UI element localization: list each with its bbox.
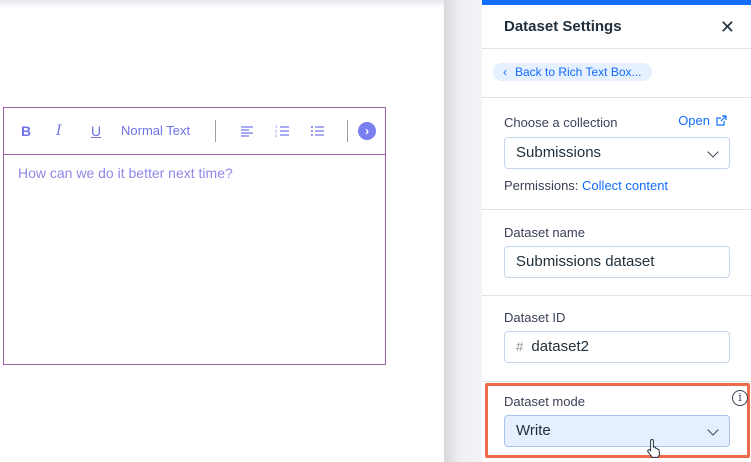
collection-label: Choose a collection [504, 115, 618, 130]
dataset-name-value: Submissions dataset [516, 253, 655, 270]
open-collection-link[interactable]: Open [678, 113, 727, 128]
rich-text-toolbar: B I U Normal Text 123 › [4, 108, 385, 155]
canvas-panel-divider [444, 0, 482, 462]
bold-button[interactable]: B [21, 122, 31, 140]
text-style-dropdown[interactable]: Normal Text [121, 122, 190, 140]
info-icon[interactable]: i [732, 390, 748, 406]
rich-text-box[interactable]: B I U Normal Text 123 › How can we do it… [3, 107, 386, 365]
back-label: Back to Rich Text Box... [515, 65, 642, 79]
hash-prefix: # [516, 339, 524, 354]
open-link-label: Open [678, 113, 710, 128]
chevron-left-icon: ‹ [503, 65, 507, 79]
dataset-id-input[interactable]: # dataset2 [504, 331, 730, 363]
back-button[interactable]: ‹ Back to Rich Text Box... [493, 63, 652, 81]
dataset-name-section: Dataset name Submissions dataset [482, 209, 751, 295]
dataset-name-input[interactable]: Submissions dataset [504, 246, 730, 278]
italic-button[interactable]: I [56, 122, 62, 140]
dataset-mode-highlight [485, 383, 750, 458]
align-left-icon[interactable] [240, 124, 254, 138]
svg-text:3: 3 [275, 133, 278, 138]
canvas-top-shadow [0, 0, 444, 8]
permissions-label: Permissions: [504, 178, 579, 193]
more-options-icon[interactable]: › [358, 122, 376, 140]
collection-dropdown[interactable]: Submissions [504, 137, 730, 169]
toolbar-divider [215, 120, 216, 142]
dataset-id-label: Dataset ID [504, 310, 566, 325]
numbered-list-icon[interactable]: 123 [275, 124, 289, 138]
chevron-down-icon [707, 146, 719, 158]
collection-value: Submissions [516, 144, 602, 161]
external-link-icon [716, 115, 727, 126]
underline-button[interactable]: U [91, 122, 101, 140]
toolbar-divider [347, 120, 348, 142]
panel-header: Dataset Settings ✕ [482, 5, 751, 49]
panel-title: Dataset Settings [504, 18, 622, 35]
hand-cursor-icon [647, 438, 660, 458]
dataset-id-section: Dataset ID # dataset2 [482, 295, 751, 381]
rich-text-content[interactable]: How can we do it better next time? [4, 155, 385, 191]
dataset-name-label: Dataset name [504, 225, 585, 240]
permissions-link[interactable]: Collect content [582, 178, 668, 193]
bullet-list-icon[interactable] [310, 124, 324, 138]
close-icon[interactable]: ✕ [720, 18, 735, 36]
dataset-id-value: dataset2 [531, 338, 589, 355]
permissions-row: Permissions: Collect content [504, 178, 668, 193]
